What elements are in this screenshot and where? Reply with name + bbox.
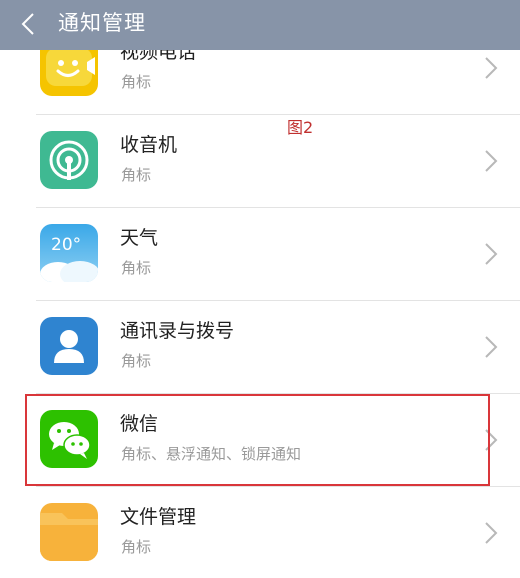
chevron-right-icon: [485, 243, 498, 265]
app-name: 通讯录与拨号: [120, 320, 235, 342]
folder-icon: [40, 503, 98, 561]
app-name: 天气: [120, 227, 159, 249]
list-item-weather[interactable]: 20° 天气 角标: [0, 208, 520, 301]
radio-icon: [40, 131, 98, 189]
back-button[interactable]: [14, 9, 42, 39]
chevron-left-icon: [21, 13, 34, 35]
app-notification-types: 角标: [121, 352, 152, 370]
app-name: 收音机: [120, 134, 178, 156]
app-name: 文件管理: [120, 506, 197, 528]
contacts-icon: [40, 317, 98, 375]
list-item-video-call[interactable]: 视频电话 角标: [0, 50, 520, 115]
page-title: 通知管理: [58, 11, 146, 35]
chevron-right-icon: [485, 336, 498, 358]
top-bar: 通知管理: [0, 0, 520, 50]
app-notification-types: 角标: [121, 538, 152, 556]
chevron-right-icon: [485, 57, 498, 79]
highlight-annotation-box: [25, 394, 490, 486]
video-call-icon: [40, 50, 98, 96]
app-name: 视频电话: [120, 50, 197, 63]
list-item-contacts[interactable]: 通讯录与拨号 角标: [0, 301, 520, 394]
chevron-right-icon: [485, 150, 498, 172]
weather-temp-label: 20°: [51, 235, 81, 255]
app-notification-types: 角标: [121, 166, 152, 184]
chevron-right-icon: [485, 522, 498, 544]
app-notification-list: 视频电话 角标 图2 收音机 角标 20° 天气 角标 通讯录与拨号 角标 微信…: [0, 50, 520, 578]
app-notification-types: 角标: [121, 73, 152, 91]
list-item-file-manager[interactable]: 文件管理 角标: [0, 487, 520, 578]
list-item-radio[interactable]: 收音机 角标: [0, 115, 520, 208]
weather-icon: 20°: [40, 224, 98, 282]
app-notification-types: 角标: [121, 259, 152, 277]
